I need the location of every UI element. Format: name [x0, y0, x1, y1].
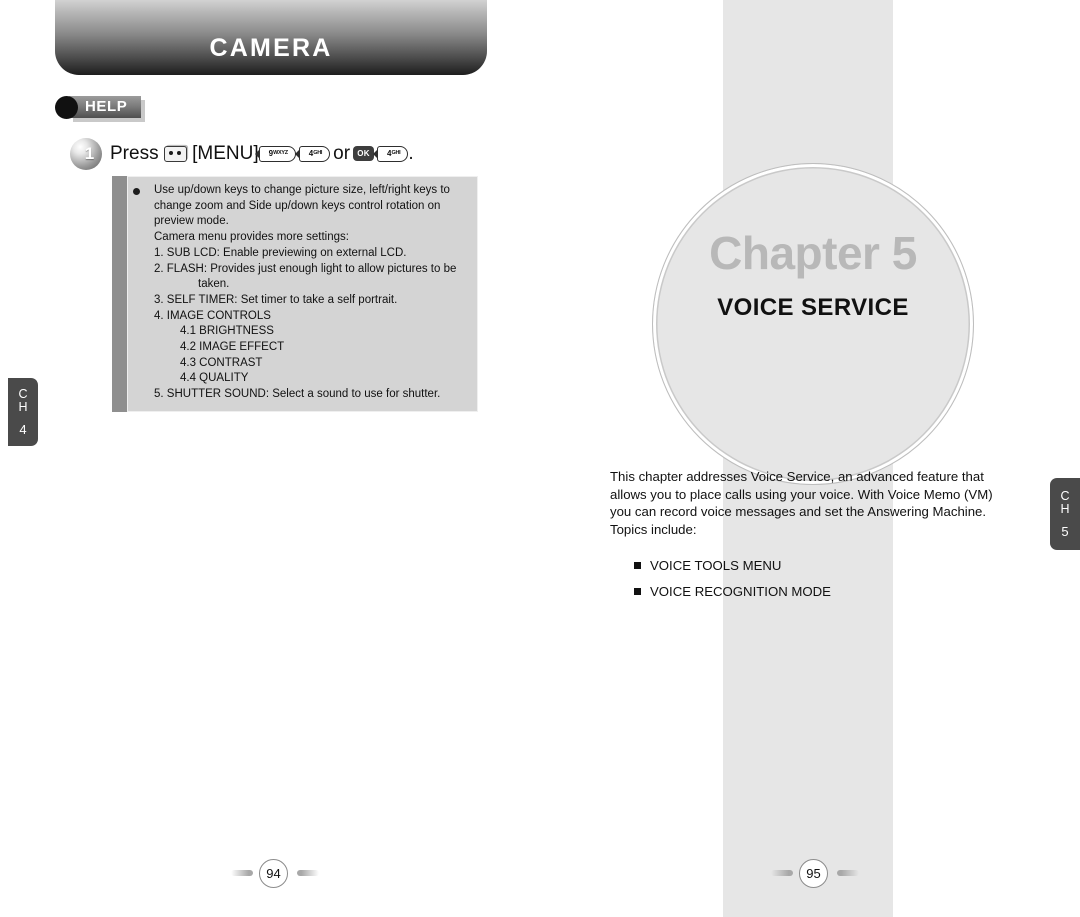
- help-text-line: Use up/down keys to change picture size,…: [154, 184, 450, 196]
- topic-label: VOICE RECOGNITION MODE: [650, 584, 831, 599]
- menu-key-icon: [163, 145, 187, 162]
- sidebar-tab-chapter-5[interactable]: C H 5: [1050, 478, 1080, 550]
- tab-left-line1: C: [18, 386, 28, 401]
- help-badge-label: HELP: [85, 98, 128, 115]
- step-instruction-row: 1 Press [MENU] 9WXYZ 4GHI or OK 4GHI.: [70, 138, 414, 170]
- step-number: 1: [84, 144, 95, 163]
- page-number-right-value: 95: [799, 859, 828, 888]
- sidebar-tab-chapter-4[interactable]: C H 4: [8, 378, 38, 446]
- help-text-line: 4.4 QUALITY: [180, 372, 249, 385]
- step-number-badge: 1: [70, 138, 102, 170]
- help-text-line: 4.2 IMAGE EFFECT: [180, 341, 285, 354]
- key-4b-letters: GHI: [391, 149, 401, 156]
- key-4-ghi-icon-b: 4GHI: [373, 145, 409, 162]
- key-4-ghi-icon-a: 4GHI: [294, 145, 331, 162]
- help-text-line: 2. FLASH: Provides just enough light to …: [154, 262, 457, 275]
- help-text-lines: Use up/down keys to change picture size,…: [154, 183, 471, 403]
- help-text-line: change zoom and Side up/down keys contro…: [154, 199, 441, 212]
- page-number-wing-left: [231, 870, 253, 876]
- menu-label: [MENU]: [192, 143, 259, 164]
- chapter-heading: Chapter 5: [709, 227, 917, 279]
- key-9-wxyz-icon: 9WXYZ: [254, 145, 296, 162]
- chapter-intro-paragraph: This chapter addresses Voice Service, an…: [610, 469, 993, 537]
- step-text: Press [MENU] 9WXYZ 4GHI or OK 4GHI.: [110, 143, 414, 165]
- list-item: VOICE TOOLS MENU: [634, 558, 1014, 573]
- help-text-line: 5. SHUTTER SOUND: Select a sound to use …: [154, 388, 441, 401]
- tab-right-line1: C: [1060, 488, 1070, 503]
- tab-left-line2: H: [18, 400, 28, 415]
- page-number-wing-right: [297, 870, 319, 876]
- page-header-bar: CAMERA: [55, 0, 487, 75]
- chapter-topic-list: VOICE TOOLS MENU VOICE RECOGNITION MODE: [634, 558, 1014, 610]
- page-number-wing-right-2: [837, 870, 859, 876]
- chapter-subtitle: VOICE SERVICE: [717, 294, 909, 321]
- help-text-line: 4. IMAGE CONTROLS: [154, 309, 271, 322]
- square-bullet-icon: [634, 588, 641, 595]
- ok-key-icon: OK: [353, 146, 375, 162]
- key-9-letters: WXYZ: [273, 149, 288, 156]
- page-number-wing-left-2: [771, 870, 793, 876]
- help-content-box: Use up/down keys to change picture size,…: [112, 176, 478, 412]
- help-badge: HELP: [55, 96, 145, 122]
- key-4a-letters: GHI: [313, 149, 323, 156]
- key-sequence: [163, 145, 187, 162]
- tab-left-number: 4: [19, 421, 27, 437]
- page-title: CAMERA: [209, 34, 333, 62]
- list-item: VOICE RECOGNITION MODE: [634, 584, 1014, 599]
- tab-right-line2: H: [1060, 502, 1070, 517]
- help-text-line: 3. SELF TIMER: Set timer to take a self …: [154, 293, 398, 306]
- help-box-accent-bar: [112, 176, 127, 412]
- key-sequence-2: 9WXYZ 4GHI: [254, 145, 331, 162]
- help-text-line: 4.1 BRIGHTNESS: [180, 325, 274, 338]
- help-text-line: 1. SUB LCD: Enable previewing on externa…: [154, 246, 407, 259]
- help-text-line: preview mode.: [154, 215, 229, 228]
- help-bullet-icon: [133, 188, 140, 195]
- chapter-circle: Chapter 5 VOICE SERVICE: [652, 163, 974, 485]
- step-verb: Press: [110, 143, 159, 164]
- help-text-line: Camera menu provides more settings:: [154, 231, 349, 244]
- page-number-left: 94: [215, 857, 335, 889]
- manual-spread: CAMERA HELP 1 Press [MENU] 9WXYZ 4GHI or OK 4…: [0, 0, 1080, 917]
- key-sequence-3: OK 4GHI: [353, 145, 409, 162]
- page-number-right: 95: [755, 857, 875, 889]
- help-box-inner: Use up/down keys to change picture size,…: [127, 176, 478, 412]
- or-conjunction: or: [333, 143, 351, 164]
- tab-right-number: 5: [1061, 523, 1069, 539]
- topic-label: VOICE TOOLS MENU: [650, 558, 782, 573]
- step-period: .: [408, 143, 414, 164]
- page-number-left-value: 94: [259, 859, 288, 888]
- square-bullet-icon: [634, 562, 641, 569]
- help-text-line: taken.: [198, 278, 230, 291]
- help-dot-icon: [55, 96, 78, 119]
- help-text-line: 4.3 CONTRAST: [180, 356, 263, 369]
